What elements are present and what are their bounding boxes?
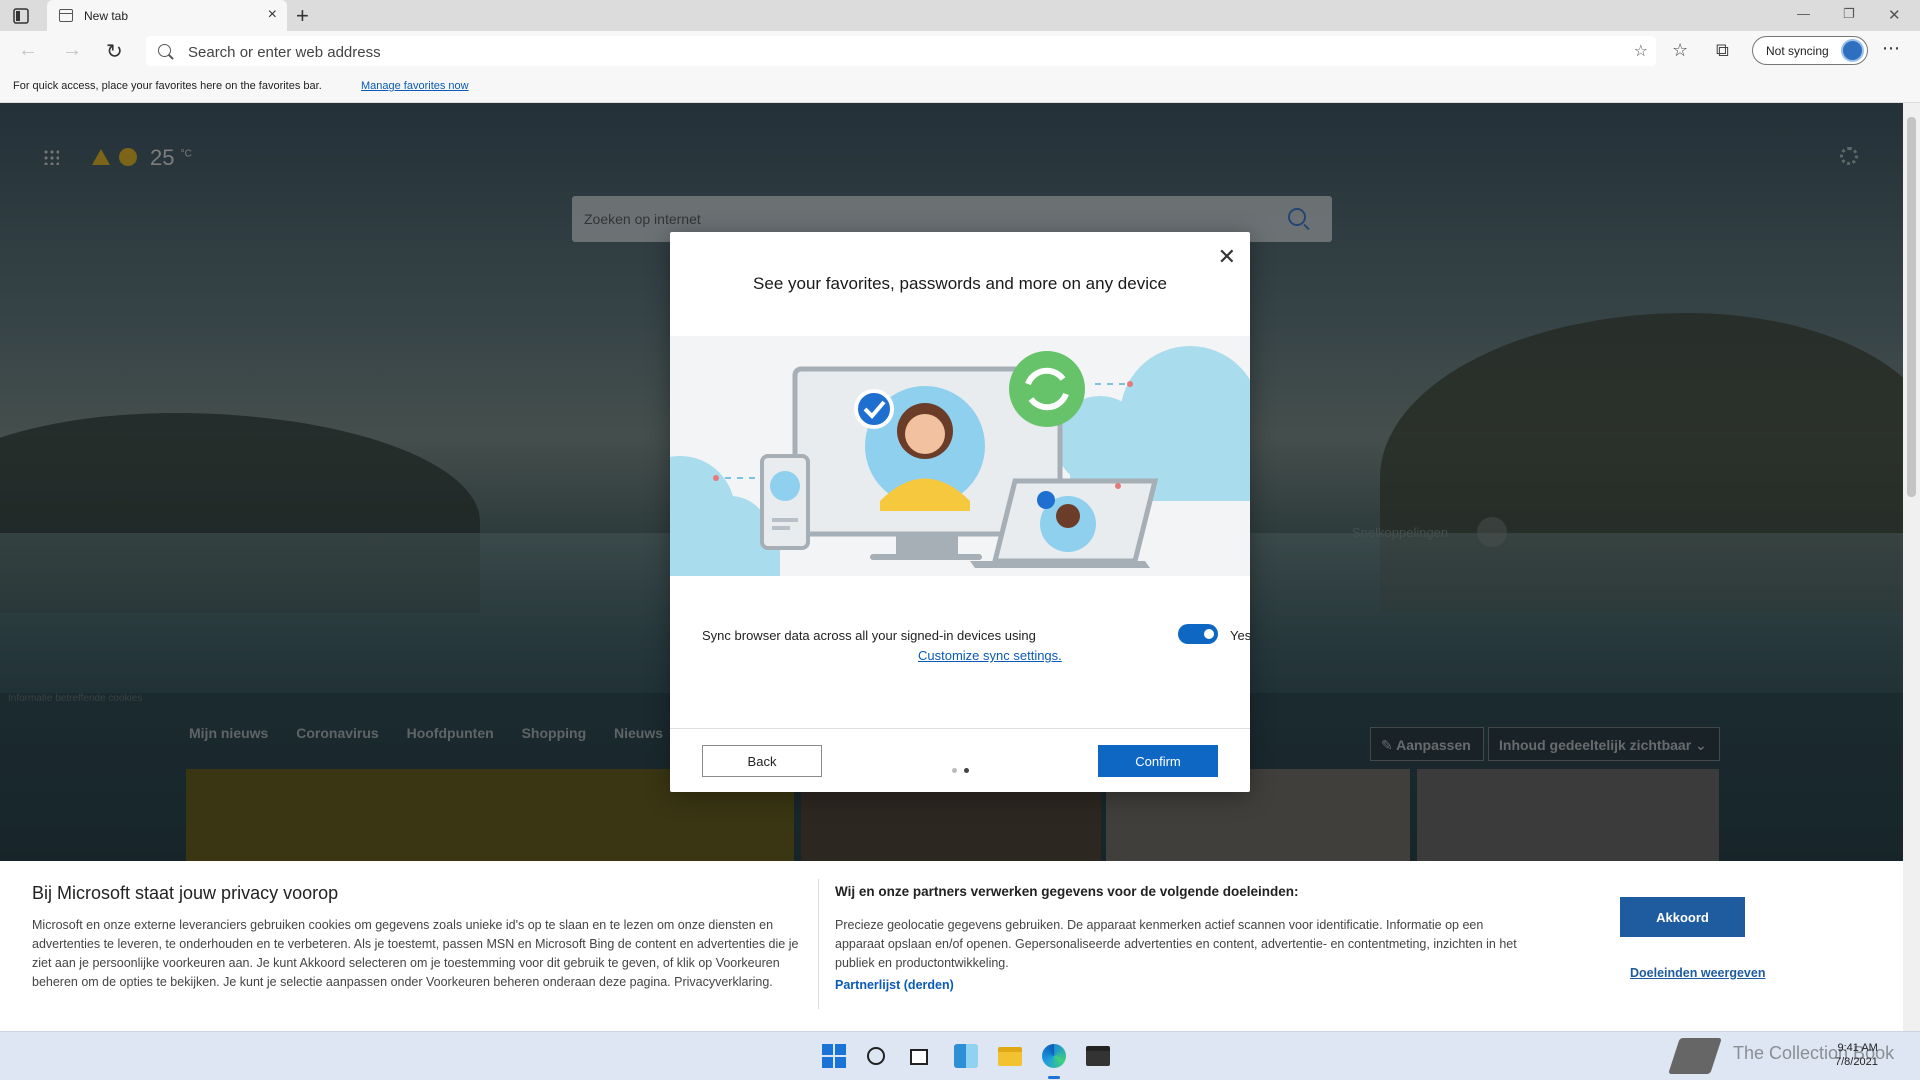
dialog-title: See your favorites, passwords and more o… [753,274,1167,293]
widgets-icon[interactable] [954,1044,978,1068]
windows-start-icon[interactable] [822,1044,846,1068]
page-dot [952,768,957,773]
tab-new-tab[interactable]: New tab × [47,0,287,31]
profile-sync-button[interactable]: Not syncing [1752,36,1868,65]
sync-dialog: ✕ See your favorites, passwords and more… [670,232,1252,792]
more-options-icon[interactable]: ⋯ [1882,38,1900,59]
clock-date: 7/8/2021 [1835,1056,1878,1068]
customize-sync-link[interactable]: Customize sync settings. [918,648,1062,663]
partners-link[interactable]: Partnerlijst (derden) [835,978,954,992]
tab-bar: New tab × + — ❐ ✕ [0,0,1920,31]
devices-illustration [670,346,1250,576]
task-view-icon[interactable] [910,1049,928,1065]
taskbar: The Collection Book 9:41 AM 7/8/2021 [0,1031,1920,1080]
dialog-divider [670,728,1250,729]
accept-button[interactable]: Akkoord [1620,897,1745,937]
book-icon [1668,1038,1722,1074]
sync-description: Sync browser data across all your signed… [702,628,1036,643]
file-explorer-icon[interactable] [998,1047,1022,1066]
address-toolbar: ← → ↻ Search or enter web address ☆ ☆ ⧉ … [0,31,1920,71]
page-scrollbar[interactable] [1903,103,1920,1031]
avatar [1841,39,1864,62]
sync-toggle[interactable] [1178,624,1218,644]
favorites-bar: For quick access, place your favorites h… [0,71,1920,103]
close-window-icon[interactable]: ✕ [1888,6,1901,24]
search-icon[interactable] [867,1047,885,1065]
back-icon[interactable]: ← [18,39,38,62]
back-button[interactable]: Back [702,745,822,777]
page-dot-active [964,768,969,773]
system-clock[interactable]: 9:41 AM 7/8/2021 [1835,1041,1878,1069]
purposes-title: Wij en onze partners verwerken gegevens … [835,884,1299,899]
page-icon [59,9,73,22]
show-purposes-link[interactable]: Doeleinden weergeven [1630,966,1765,980]
sync-status-label: Not syncing [1766,44,1829,58]
purposes-body: Precieze geolocatie gegevens gebruiken. … [835,918,1517,970]
address-bar[interactable]: Search or enter web address ☆ [146,36,1656,66]
privacy-title: Bij Microsoft staat jouw privacy voorop [32,883,339,903]
favorites-icon[interactable]: ☆ [1672,40,1688,61]
clock-time: 9:41 AM [1837,1042,1878,1054]
refresh-icon[interactable]: ↻ [106,39,123,64]
scrollbar-thumb[interactable] [1907,117,1916,497]
privacy-divider [818,879,819,1009]
privacy-body: Microsoft en onze externe leveranciers g… [32,918,799,989]
confirm-button[interactable]: Confirm [1098,745,1218,777]
sync-illustration [670,336,1250,576]
store-icon[interactable] [1086,1046,1110,1066]
page-indicator [952,760,976,778]
restore-icon[interactable]: ❐ [1843,6,1855,22]
close-tab-icon[interactable]: × [268,6,277,24]
tab-title: New tab [84,9,129,23]
favorites-message: For quick access, place your favorites h… [13,80,322,92]
new-tab-button[interactable]: + [296,3,309,29]
manage-favorites-link[interactable]: Manage favorites now [361,80,469,92]
active-app-indicator [1048,1076,1060,1079]
sync-toggle-label: Yes [1230,628,1252,643]
edge-icon[interactable] [1042,1044,1066,1068]
search-icon [158,44,171,57]
tab-actions-icon[interactable] [12,7,30,25]
close-icon[interactable]: ✕ [1218,244,1236,270]
add-favorite-icon[interactable]: ☆ [1634,41,1648,61]
privacy-banner: Bij Microsoft staat jouw privacy voorop … [0,861,1903,1031]
forward-icon[interactable]: → [62,39,82,62]
collections-icon[interactable]: ⧉ [1716,40,1729,61]
address-placeholder: Search or enter web address [188,44,381,61]
minimize-icon[interactable]: — [1797,6,1810,21]
